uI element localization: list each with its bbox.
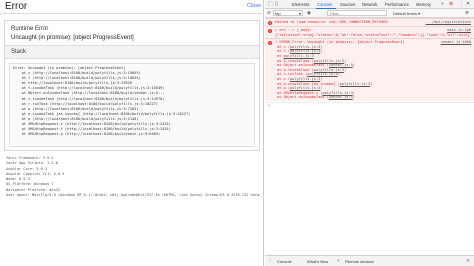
device-toggle-icon[interactable]: ▯	[275, 1, 278, 7]
eye-icon[interactable]: ◉	[307, 10, 311, 16]
devtools-tabbar: ⬚ ▯ Elements Console Sources Network Per…	[265, 0, 474, 9]
console-toolbar: ⊘ top ▾ ◉ Default levels ▾ ⚙	[265, 9, 474, 18]
stack-line: at XMLHttpRequest.g (http://localhost:81…	[13, 132, 161, 137]
error-count-icon[interactable]: ⊗	[449, 1, 453, 7]
trace-link[interactable]: vendor.js:5	[329, 95, 353, 99]
env-line: User Agent: Mozilla/5.0 (Windows NT 6.1;…	[6, 193, 260, 198]
runtime-error-title: Runtime Error	[11, 26, 49, 32]
log-levels-select[interactable]: Default levels ▾	[393, 11, 420, 16]
trace-link[interactable]: polyfills.js:3	[290, 45, 320, 49]
drawer-tab-console[interactable]: Console	[277, 259, 292, 264]
settings-gear-icon[interactable]: ⚙	[465, 10, 469, 16]
stack-trace-box: Error: Uncaught (in promise): [object Pr…	[9, 63, 255, 147]
trace-link[interactable]: polyfills.js:3	[284, 54, 314, 58]
message-text: Failed to load resource: net::ERR_CONNEC…	[275, 20, 392, 24]
overlay-title: Error	[5, 1, 28, 12]
message-text[interactable]: ▸ err : ▸ {_body:	[275, 28, 425, 33]
overlay-header: Error Close	[0, 0, 264, 14]
more-tabs-icon[interactable]: »	[441, 1, 444, 7]
close-drawer-icon[interactable]: ✕	[466, 258, 470, 264]
stack-title: Stack	[11, 49, 27, 55]
context-select[interactable]: top ▾	[273, 10, 303, 16]
tab-network[interactable]: Network	[362, 2, 377, 7]
ionic-error-overlay: Error Close Runtime Error Uncaught (in p…	[0, 0, 264, 266]
trace-link[interactable]: polyfills.js:3	[314, 68, 344, 72]
message-source-link[interactable]: vendor.js:1660	[441, 40, 471, 45]
console-message-error: × ▾ ERROR Error: Uncaught (in promise): …	[265, 38, 474, 101]
error-icon: ×	[268, 29, 272, 33]
tab-console[interactable]: Console	[317, 2, 332, 7]
tab-performance[interactable]: Performance	[385, 2, 409, 7]
message-text-detail: {"isTrusted":true},"status":0,"ok":false…	[275, 33, 470, 37]
message-source-link[interactable]: main.js:106	[447, 28, 471, 33]
drawer-tab-whats-new[interactable]: What's New	[307, 259, 328, 264]
devtools-panel: ⬚ ▯ Elements Console Sources Network Per…	[265, 0, 474, 266]
error-icon: ×	[268, 21, 272, 25]
filter-input[interactable]	[327, 10, 387, 16]
chevron-down-icon: ▾	[298, 11, 301, 16]
trace-link[interactable]: polyfills.js:3	[307, 72, 337, 76]
prompt-chevron-icon: ›	[268, 103, 270, 109]
menu-kebab-icon[interactable]: ⋮	[459, 1, 464, 7]
inspect-icon[interactable]: ⬚	[268, 1, 273, 7]
error-icon: ×	[268, 41, 272, 45]
stack-header: Stack	[5, 45, 259, 59]
trace-line: at Object.onInvokeTask (vendor.js:5)	[277, 95, 355, 100]
console-message-error: × ▸ err : ▸ {_body: main.js:106 {"isTrus…	[265, 26, 474, 38]
context-value: top	[275, 11, 281, 16]
drawer-menu-icon[interactable]: ⋮	[268, 258, 273, 264]
close-icon[interactable]: ×	[337, 258, 340, 263]
console-message-error: × Failed to load resource: net::ERR_CONN…	[265, 18, 474, 26]
trace-link[interactable]: polyfills.js:3	[290, 86, 320, 90]
tab-sources[interactable]: Sources	[340, 2, 355, 7]
error-panel: Runtime Error Uncaught (in promise): [ob…	[4, 20, 260, 151]
trace-link[interactable]: polyfills.js:3	[322, 91, 352, 95]
tab-memory[interactable]: Memory	[416, 2, 431, 7]
environment-info: Ionic Framework: 3.9.2 Ionic App Scripts…	[6, 156, 260, 198]
trace-link[interactable]: vendor.js:5	[329, 63, 353, 67]
trace-link[interactable]: polyfills.js:3	[290, 77, 320, 81]
drawer-tab-remote-devices[interactable]: Remote devices	[345, 259, 374, 264]
tab-elements[interactable]: Elements	[292, 2, 309, 7]
trace-link[interactable]: polyfills.js:3	[314, 59, 344, 63]
console-prompt-row[interactable]: ›	[265, 102, 474, 110]
trace-link[interactable]: polyfills.js:3	[340, 82, 370, 86]
message-source-link[interactable]: .../api/registrations	[426, 20, 471, 25]
trace-link[interactable]: polyfills.js:3	[290, 49, 320, 53]
console-drawer: ⋮ Console What's New × Remote devices ✕	[265, 255, 474, 266]
runtime-error-message: Uncaught (in promise): [object ProgressE…	[11, 35, 134, 41]
close-button[interactable]: Close	[247, 3, 261, 9]
clear-console-icon[interactable]: ⊘	[267, 10, 271, 16]
console-output: × Failed to load resource: net::ERR_CONN…	[265, 18, 474, 122]
close-devtools-icon[interactable]: ✕	[466, 1, 470, 7]
